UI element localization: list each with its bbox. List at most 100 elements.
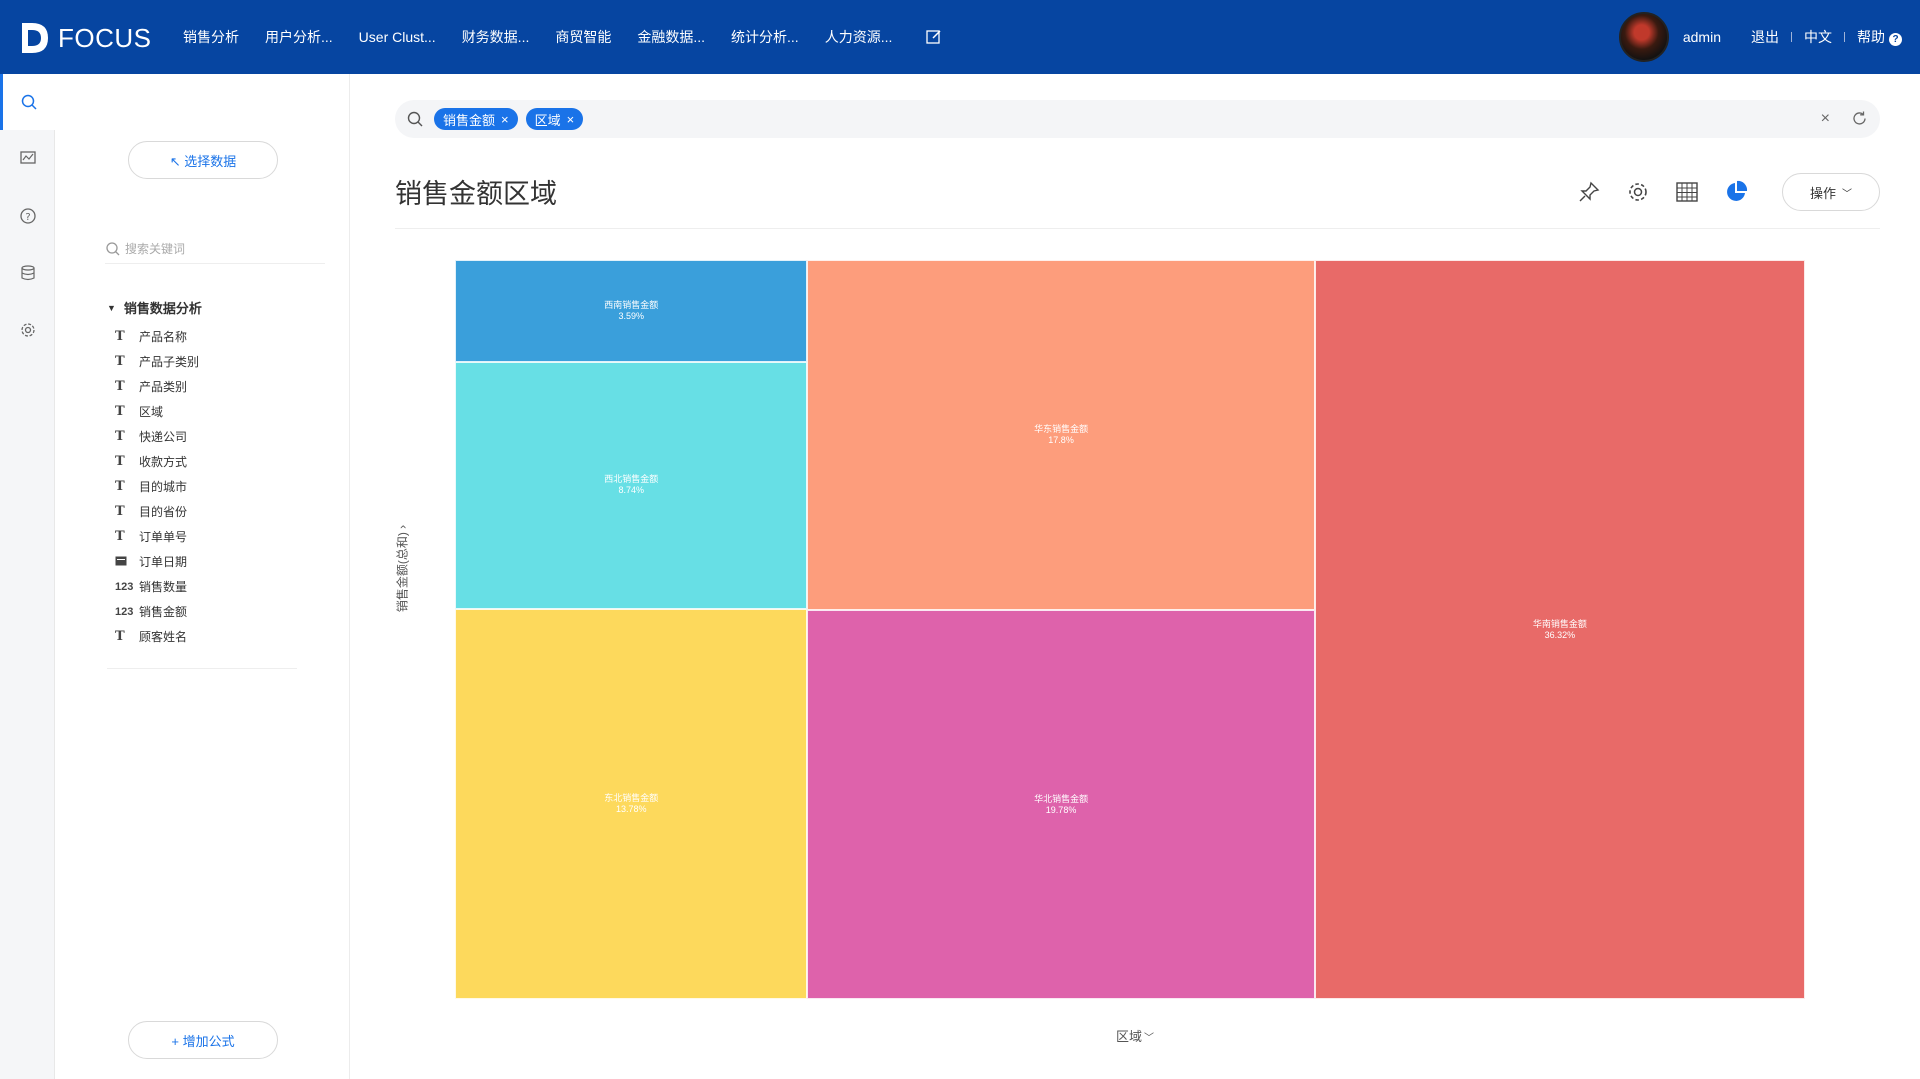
refresh-icon[interactable] bbox=[1851, 110, 1868, 127]
database-icon bbox=[20, 265, 35, 281]
field-item[interactable]: 123 销售数量 bbox=[115, 574, 315, 599]
field-item[interactable]: T 区域 bbox=[115, 399, 315, 424]
treemap-cell[interactable]: 华北销售金额 19.78% bbox=[807, 610, 1315, 999]
token-label: 区域 bbox=[534, 112, 561, 128]
field-item[interactable]: T 产品子类别 bbox=[115, 349, 315, 374]
field-item[interactable]: 123 销售金额 bbox=[115, 599, 315, 624]
remove-token-icon[interactable]: × bbox=[501, 112, 509, 127]
rail-search[interactable] bbox=[0, 74, 55, 130]
tree-group-header[interactable]: ▼ 销售数据分析 bbox=[107, 298, 202, 317]
logo-icon bbox=[22, 23, 48, 53]
chart-type-button[interactable] bbox=[1722, 178, 1750, 206]
text-type-icon: T bbox=[115, 404, 125, 419]
treemap-cell[interactable]: 华东销售金额 17.8% bbox=[807, 260, 1315, 611]
rail-help[interactable]: ? bbox=[0, 188, 55, 244]
rail-settings[interactable] bbox=[0, 302, 55, 358]
nav-item-business-intelligence[interactable]: 商贸智能 bbox=[555, 27, 611, 47]
user-area: admin 退出 中文 帮助? bbox=[1618, 0, 1902, 74]
avatar[interactable] bbox=[1618, 12, 1669, 62]
field-label: 目的城市 bbox=[139, 480, 188, 494]
data-source-panel: ↖ 选择数据 搜索关键词 ▼ 销售数据分析 T 产品名称 T 产品子类别 T 产品类别 T 区… bbox=[55, 74, 350, 1079]
nav-item-statistics[interactable]: 统计分析... bbox=[731, 27, 799, 47]
nav-item-user-analysis[interactable]: 用户分析... bbox=[265, 27, 333, 47]
field-item[interactable]: T 顾客姓名 bbox=[115, 624, 315, 649]
field-search-input[interactable]: 搜索关键词 bbox=[105, 234, 325, 264]
operations-dropdown[interactable]: 操作 ﹀ bbox=[1782, 173, 1880, 211]
text-type-icon: T bbox=[115, 629, 125, 644]
cell-label: 华北销售金额 bbox=[1034, 793, 1089, 804]
x-axis-label[interactable]: 区域 ﹀ bbox=[1095, 1026, 1175, 1045]
divider bbox=[107, 668, 297, 669]
text-type-icon: T bbox=[115, 454, 125, 469]
query-token[interactable]: 销售金额 × bbox=[434, 108, 518, 130]
nav-item-hr[interactable]: 人力资源... bbox=[825, 27, 893, 47]
treemap-cell[interactable]: 东北销售金额 13.78% bbox=[455, 608, 808, 999]
cell-value-label: 8.74% bbox=[618, 485, 644, 496]
help-icon: ? bbox=[1889, 33, 1902, 46]
x-axis-label-text: 区域 bbox=[1115, 1029, 1142, 1044]
rail-dashboard[interactable] bbox=[0, 130, 55, 186]
remove-token-icon[interactable]: × bbox=[567, 112, 575, 127]
query-search-bar[interactable]: 销售金额 × 区域 × × bbox=[395, 100, 1880, 138]
focus-logo[interactable]: FOCUS bbox=[18, 18, 152, 58]
page-title: 销售金额区域 bbox=[395, 179, 557, 209]
cell-value-label: 17.8% bbox=[1048, 435, 1074, 446]
divider bbox=[1844, 32, 1845, 42]
cell-label: 东北销售金额 bbox=[604, 792, 659, 803]
field-item[interactable]: T 产品类别 bbox=[115, 374, 315, 399]
field-item[interactable]: T 目的城市 bbox=[115, 474, 315, 499]
treemap-chart: 西南销售金额 3.59% 西北销售金额 8.74% 东北销售金额 13.78% 华东销售金额… bbox=[455, 260, 1805, 999]
rail-data[interactable] bbox=[0, 245, 55, 301]
number-type-icon: 123 bbox=[115, 605, 134, 618]
cell-label: 西南销售金额 bbox=[604, 299, 659, 310]
field-label: 快递公司 bbox=[139, 430, 188, 444]
nav-item-finance-data[interactable]: 财务数据... bbox=[462, 27, 530, 47]
treemap-cell[interactable]: 西北销售金额 8.74% bbox=[455, 361, 808, 609]
help-link[interactable]: 帮助? bbox=[1857, 27, 1902, 47]
search-icon bbox=[21, 94, 37, 110]
field-label: 产品名称 bbox=[139, 330, 188, 344]
select-data-button[interactable]: ↖ 选择数据 bbox=[128, 141, 278, 179]
treemap-cell[interactable]: 华南销售金额 36.32% bbox=[1314, 260, 1805, 999]
chart-settings-button[interactable] bbox=[1624, 178, 1652, 206]
edit-icon[interactable] bbox=[925, 28, 943, 46]
number-type-icon: 123 bbox=[115, 580, 134, 593]
treemap-cell[interactable]: 西南销售金额 3.59% bbox=[455, 260, 808, 362]
chevron-right-icon: › bbox=[395, 524, 410, 529]
field-item[interactable]: T 快递公司 bbox=[115, 424, 315, 449]
gear-icon bbox=[1629, 183, 1647, 201]
username[interactable]: admin bbox=[1683, 29, 1721, 45]
cell-label: 华南销售金额 bbox=[1532, 618, 1587, 629]
field-item[interactable]: T 目的省份 bbox=[115, 499, 315, 524]
nav-item-sales-analysis[interactable]: 销售分析 bbox=[183, 27, 239, 47]
pie-chart-icon bbox=[1727, 180, 1748, 201]
field-item[interactable]: T 收款方式 bbox=[115, 449, 315, 474]
tree-group-label: 销售数据分析 bbox=[123, 301, 202, 316]
cell-label: 华东销售金额 bbox=[1034, 424, 1089, 435]
y-axis-label[interactable]: 销售金额(总和) › bbox=[394, 509, 411, 629]
logout-link[interactable]: 退出 bbox=[1751, 27, 1779, 47]
nav-item-financial-data[interactable]: 金融数据... bbox=[637, 27, 705, 47]
field-label: 顾客姓名 bbox=[139, 630, 188, 644]
nav-item-user-cluster[interactable]: User Clust... bbox=[359, 29, 436, 45]
search-placeholder: 搜索关键词 bbox=[125, 242, 186, 256]
field-label: 收款方式 bbox=[139, 455, 188, 469]
pin-icon bbox=[1579, 181, 1600, 202]
field-label: 订单日期 bbox=[139, 555, 188, 569]
clear-search-icon[interactable]: × bbox=[1821, 110, 1830, 128]
query-token[interactable]: 区域 × bbox=[525, 108, 584, 130]
logo-text: FOCUS bbox=[58, 22, 152, 53]
pin-button[interactable] bbox=[1575, 178, 1603, 206]
add-formula-button[interactable]: + 增加公式 bbox=[128, 1021, 278, 1059]
chevron-down-icon: ﹀ bbox=[1842, 188, 1852, 200]
text-type-icon: T bbox=[115, 429, 125, 444]
language-switch[interactable]: 中文 bbox=[1804, 27, 1832, 47]
cell-value-label: 3.59% bbox=[618, 310, 644, 321]
field-item[interactable]: T 产品名称 bbox=[115, 324, 315, 349]
field-item[interactable]: 订单日期 bbox=[115, 549, 315, 574]
table-icon bbox=[1676, 182, 1698, 202]
field-item[interactable]: T 订单单号 bbox=[115, 524, 315, 549]
table-view-button[interactable] bbox=[1673, 178, 1701, 206]
text-type-icon: T bbox=[115, 329, 125, 344]
field-label: 产品子类别 bbox=[139, 355, 200, 369]
